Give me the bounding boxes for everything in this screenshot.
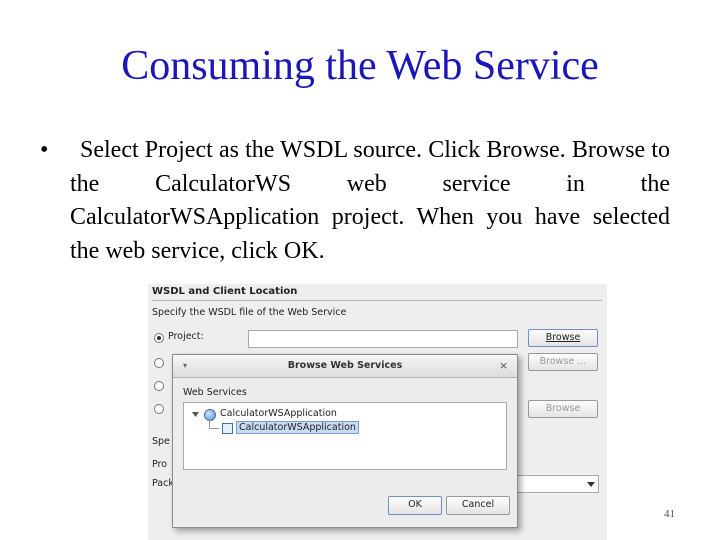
bullet-text: Select Project as the WSDL source. Click…	[70, 134, 670, 268]
web-services-tree[interactable]: CalculatorWSApplication CalculatorWSAppl…	[183, 402, 507, 470]
chevron-down-icon	[587, 482, 595, 487]
expand-toggle-icon[interactable]	[192, 411, 199, 418]
package-label: Pack	[152, 478, 174, 489]
project-radio-label: Project:	[168, 331, 204, 342]
ide-screenshot: WSDL and Client Location Specify the WSD…	[148, 284, 607, 540]
project-field[interactable]	[248, 330, 518, 348]
wizard-section-title: WSDL and Client Location	[152, 286, 298, 297]
dialog-titlebar: ▾ Browse Web Services ×	[173, 355, 517, 378]
ok-button[interactable]: OK	[388, 496, 442, 515]
project-radio[interactable]	[154, 333, 164, 343]
dialog-title: Browse Web Services	[287, 360, 403, 371]
cancel-button[interactable]: Cancel	[446, 496, 510, 515]
tree-connector	[209, 420, 210, 428]
browse-registered-button[interactable]: Browse	[528, 400, 598, 418]
bullet-marker: •	[40, 137, 49, 163]
page-number: 41	[664, 508, 675, 520]
ide-registered-radio[interactable]	[154, 404, 164, 414]
web-services-label: Web Services	[183, 387, 247, 398]
browse-project-button[interactable]: Browse	[528, 329, 598, 347]
spec-label: Spe	[152, 436, 170, 447]
wsdl-url-radio[interactable]	[154, 381, 164, 391]
tree-node-web-service[interactable]: CalculatorWSApplication	[236, 421, 359, 434]
wizard-instruction: Specify the WSDL file of the Web Service	[152, 307, 347, 318]
bullet-text-first: Select Project as the WSDL source. Click…	[80, 137, 566, 163]
local-file-radio[interactable]	[154, 358, 164, 368]
tree-connector	[209, 428, 219, 429]
tree-node-project[interactable]: CalculatorWSApplication	[220, 408, 337, 419]
wizard-section-divider	[152, 300, 602, 301]
web-service-icon	[222, 423, 233, 434]
globe-icon	[204, 409, 216, 421]
close-icon[interactable]: ×	[499, 359, 508, 372]
browse-local-button[interactable]: Browse ...	[528, 353, 598, 371]
slide-title: Consuming the Web Service	[121, 43, 599, 89]
browse-web-services-dialog: ▾ Browse Web Services × Web Services Cal…	[172, 354, 518, 528]
project-label: Pro	[152, 459, 168, 470]
